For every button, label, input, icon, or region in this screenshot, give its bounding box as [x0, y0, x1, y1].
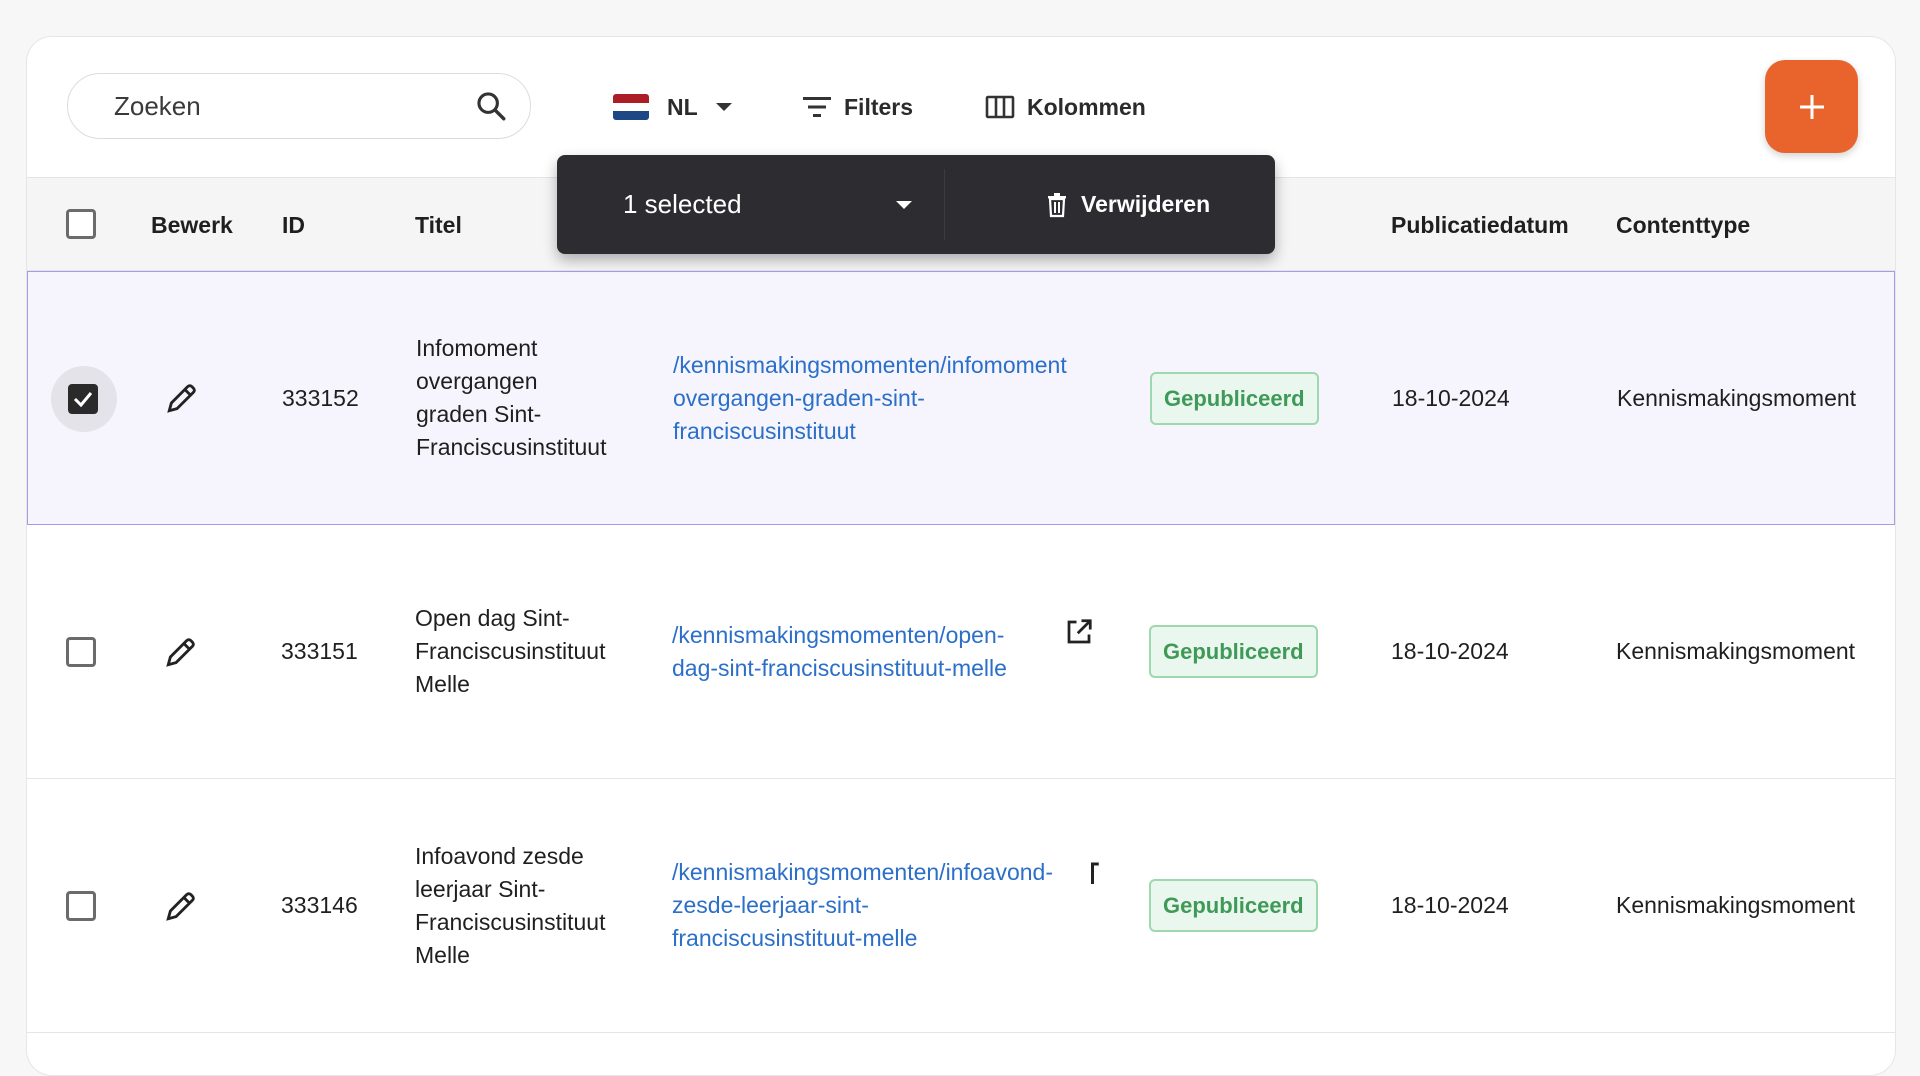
- row-checkbox[interactable]: [66, 891, 96, 921]
- row-url-link[interactable]: /kennismakingsmomenten/infomoment overga…: [673, 272, 1103, 524]
- status-badge: Gepubliceerd: [1149, 625, 1318, 678]
- filters-label: Filters: [844, 93, 914, 120]
- url-line: dag-sint-franciscusinstituut-melle: [672, 654, 1007, 681]
- header-id[interactable]: ID: [282, 178, 305, 272]
- edit-button[interactable]: [164, 779, 198, 1032]
- delete-label: Verwijderen: [1081, 191, 1211, 217]
- columns-label: Kolommen: [1027, 93, 1146, 120]
- filter-icon: [803, 97, 831, 117]
- row-checkbox[interactable]: [68, 384, 98, 414]
- row-title: Infoavond zesde leerjaar Sint- Franciscu…: [415, 779, 645, 1032]
- header-content-type[interactable]: Contenttype: [1616, 178, 1750, 272]
- selected-count: 1 selected: [623, 189, 742, 219]
- row-date: 18-10-2024: [1391, 638, 1509, 664]
- header-publication-date[interactable]: Publicatiedatum: [1391, 178, 1569, 272]
- search-input[interactable]: [114, 90, 474, 122]
- title-line: Open dag Sint-: [415, 605, 570, 631]
- title-line: overgangen: [416, 368, 538, 394]
- title-line: Melle: [415, 941, 470, 968]
- title-line: Melle: [415, 671, 470, 697]
- status-cell: Gepubliceerd: [1149, 779, 1318, 1032]
- title-line: graden Sint-: [416, 401, 542, 427]
- add-button[interactable]: [1765, 60, 1858, 153]
- title-line: Franciscusinstituut: [416, 434, 607, 460]
- filters-button[interactable]: Filters: [802, 87, 913, 127]
- url-line: /kennismakingsmomenten/infoavond-: [672, 859, 1053, 885]
- edit-button[interactable]: [164, 525, 198, 778]
- delete-button[interactable]: Verwijderen: [1045, 169, 1210, 240]
- pencil-icon: [166, 637, 195, 667]
- row-url-link[interactable]: /kennismakingsmomenten/open- dag-sint-fr…: [672, 525, 1072, 778]
- row-title: Open dag Sint- Franciscusinstituut Melle: [415, 525, 645, 778]
- search-icon[interactable]: [474, 89, 508, 123]
- status-badge: Gepubliceerd: [1149, 879, 1318, 932]
- row-content-type: Kennismakingsmoment: [1617, 384, 1857, 411]
- row-title: Infomoment overgangen graden Sint- Franc…: [416, 272, 646, 524]
- url-line: franciscusinstituut-melle: [672, 925, 918, 951]
- table-row[interactable]: 333146 Infoavond zesde leerjaar Sint- Fr…: [27, 779, 1895, 1033]
- trash-icon: [1048, 192, 1066, 217]
- status-cell: Gepubliceerd: [1149, 525, 1318, 778]
- url-line: zesde-leerjaar-sint-: [672, 892, 869, 918]
- title-line: Infomoment: [416, 335, 538, 361]
- external-link-icon[interactable]: [1064, 617, 1094, 647]
- chevron-down-icon: [715, 103, 732, 111]
- row-id: 333152: [282, 384, 359, 411]
- language-select[interactable]: NL: [613, 87, 734, 127]
- language-label: NL: [667, 93, 698, 120]
- external-link-icon[interactable]: [1088, 859, 1102, 889]
- select-all-checkbox[interactable]: [66, 209, 96, 239]
- plus-icon: [1799, 94, 1824, 119]
- header-title[interactable]: Titel: [415, 178, 462, 272]
- row-id: 333146: [281, 892, 358, 918]
- row-date: 18-10-2024: [1391, 892, 1509, 918]
- url-line: franciscusinstituut: [673, 417, 856, 444]
- table-row[interactable]: 333151 Open dag Sint- Franciscusinstituu…: [27, 525, 1895, 779]
- url-line: overgangen-graden-sint-: [673, 384, 925, 411]
- row-date: 18-10-2024: [1392, 384, 1510, 411]
- title-line: Infoavond zesde: [415, 842, 584, 869]
- checkmark-icon: [73, 392, 93, 408]
- table-row[interactable]: 333152 Infomoment overgangen graden Sint…: [27, 271, 1895, 525]
- pencil-icon: [166, 891, 195, 921]
- columns-icon: [985, 95, 1015, 119]
- row-id: 333151: [281, 638, 358, 664]
- header-edit[interactable]: Bewerk: [151, 178, 233, 272]
- bulk-action-bar: 1 selected Verwijderen: [557, 155, 1275, 254]
- pencil-icon: [167, 384, 196, 413]
- row-checkbox[interactable]: [66, 637, 96, 667]
- edit-button[interactable]: [165, 272, 199, 524]
- url-line: /kennismakingsmomenten/open-: [672, 621, 1005, 648]
- columns-button[interactable]: Kolommen: [985, 87, 1146, 127]
- row-content-type: Kennismakingsmoment: [1616, 892, 1856, 918]
- status-badge: Gepubliceerd: [1150, 371, 1319, 425]
- status-cell: Gepubliceerd: [1150, 272, 1319, 524]
- row-url-link[interactable]: /kennismakingsmomenten/infoavond- zesde-…: [672, 779, 1102, 1032]
- selection-dropdown[interactable]: 1 selected: [595, 169, 945, 240]
- title-line: leerjaar Sint-: [415, 875, 546, 902]
- title-line: Franciscusinstituut: [415, 908, 606, 935]
- netherlands-flag-icon: [613, 94, 649, 120]
- search-box[interactable]: [67, 73, 531, 139]
- caret-down-icon: [896, 200, 912, 209]
- url-line: /kennismakingsmomenten/infomoment: [673, 351, 1067, 378]
- row-content-type: Kennismakingsmoment: [1616, 638, 1856, 664]
- title-line: Franciscusinstituut: [415, 638, 606, 664]
